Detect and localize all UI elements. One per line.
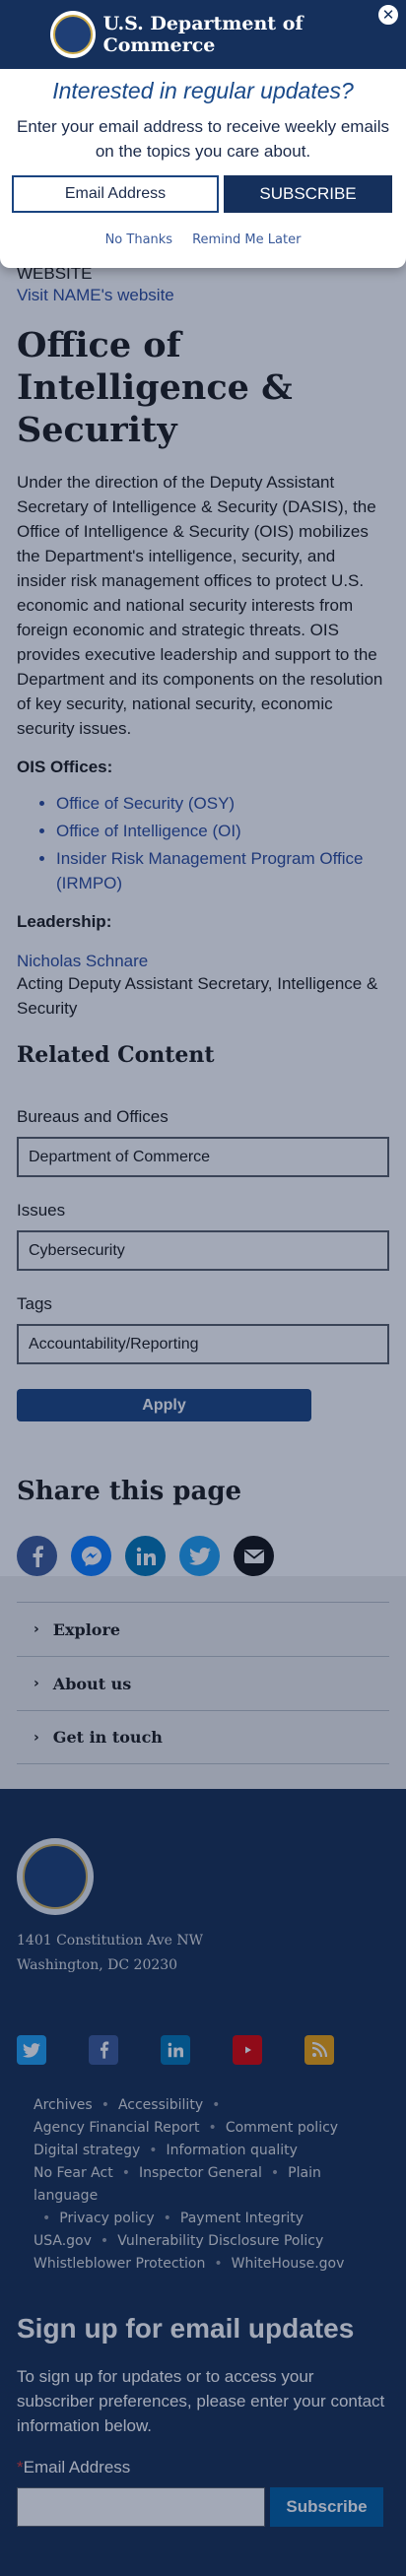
modal-subscribe-button[interactable]: SUBSCRIBE	[224, 175, 392, 213]
modal-form: Email Address SUBSCRIBE	[0, 175, 406, 213]
modal-dismiss-links: No Thanks Remind Me Later	[0, 232, 406, 247]
no-thanks-link[interactable]: No Thanks	[105, 232, 173, 247]
agency-name: U.S. Department of Commerce	[102, 13, 304, 56]
email-signup-modal: U.S. Department of Commerce ✕ Interested…	[0, 0, 406, 268]
modal-email-input[interactable]: Email Address	[12, 175, 219, 213]
modal-heading: Interested in regular updates?	[52, 78, 354, 103]
seal-emblem	[52, 15, 93, 54]
department-seal-icon	[50, 11, 96, 58]
modal-backdrop[interactable]	[0, 0, 406, 2576]
modal-description: Enter your email address to receive week…	[17, 117, 389, 161]
close-icon[interactable]: ✕	[376, 3, 400, 27]
remind-later-link[interactable]: Remind Me Later	[192, 232, 301, 247]
modal-header: U.S. Department of Commerce ✕	[0, 0, 406, 69]
